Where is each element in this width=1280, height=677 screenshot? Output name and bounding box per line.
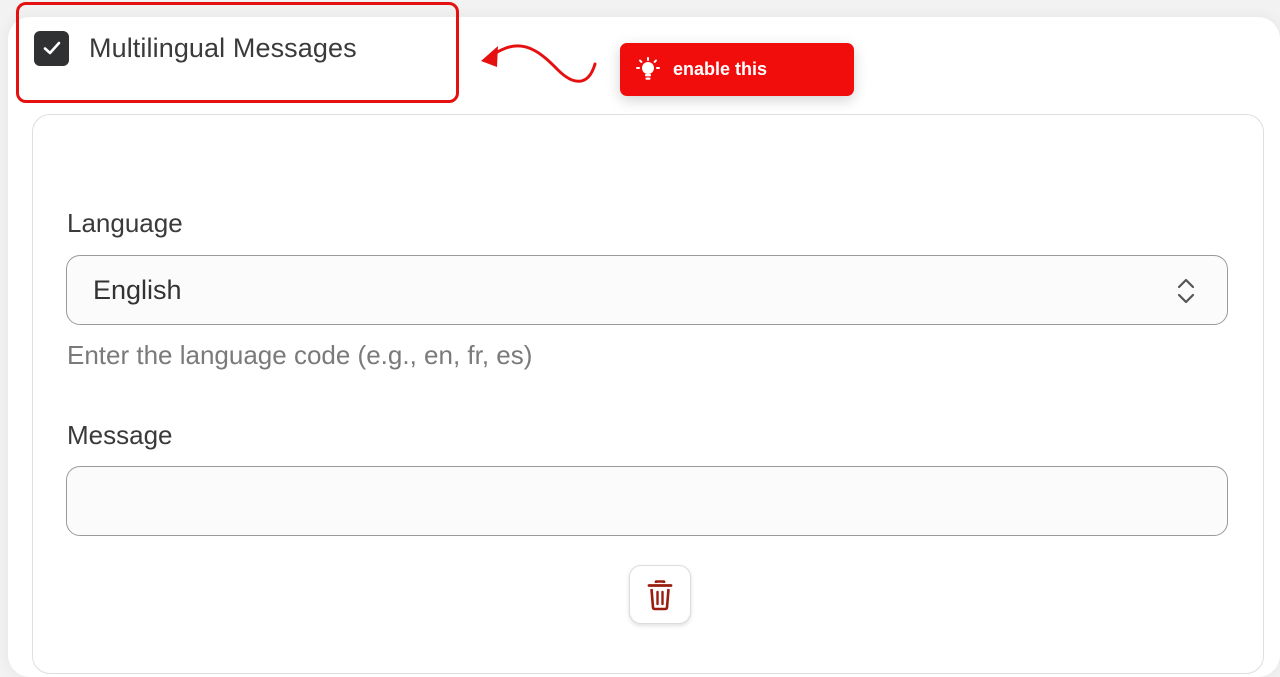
delete-button[interactable] [629, 565, 691, 624]
callout-badge: enable this [620, 43, 854, 96]
language-select[interactable]: English [66, 255, 1228, 325]
annotation-arrow [481, 44, 597, 83]
annotation-highlight-box [16, 2, 459, 103]
language-label: Language [67, 208, 183, 238]
lightbulb-icon [635, 56, 661, 83]
language-helper-text: Enter the language code (e.g., en, fr, e… [67, 340, 533, 370]
trash-icon [647, 579, 673, 610]
chevron-up-down-icon [1177, 278, 1195, 304]
callout-text: enable this [673, 59, 768, 79]
message-label: Message [67, 420, 173, 450]
message-input[interactable] [66, 466, 1228, 536]
language-select-value: English [93, 274, 182, 305]
